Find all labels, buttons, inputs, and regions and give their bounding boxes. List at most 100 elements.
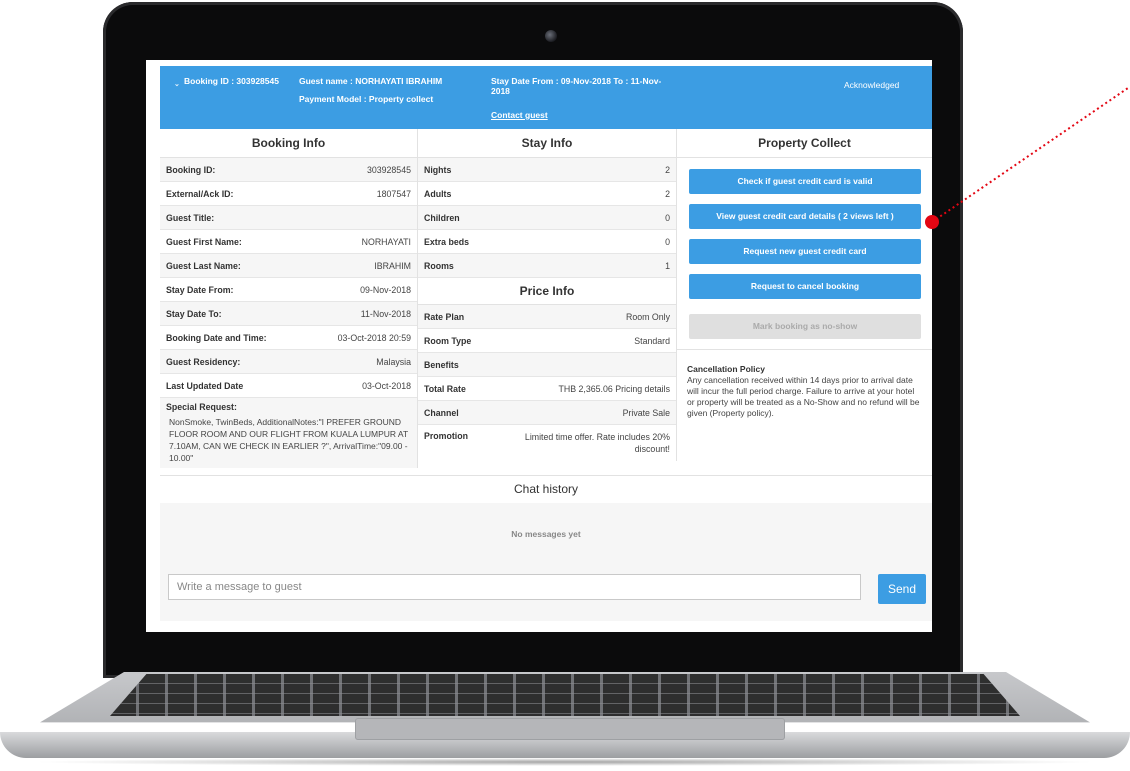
- row-value: 11-Nov-2018: [360, 308, 411, 319]
- contact-guest-link[interactable]: Contact guest: [491, 110, 548, 120]
- promotion-value: Limited time offer. Rate includes 20% di…: [524, 432, 670, 454]
- table-row: Total Rate THB 2,365.06 Pricing details: [418, 377, 676, 401]
- special-request-label: Special Request:: [166, 402, 237, 412]
- row-value: Private Sale: [622, 407, 670, 418]
- table-row: Stay Date To: 11-Nov-2018: [160, 302, 417, 326]
- row-label: Room Type: [424, 335, 472, 346]
- table-row: Last Updated Date 03-Oct-2018: [160, 374, 417, 398]
- keyboard-rows: [110, 674, 1020, 716]
- cancellation-policy: Cancellation Policy Any cancellation rec…: [677, 349, 932, 419]
- row-value: 2: [665, 188, 670, 199]
- mark-no-show-button[interactable]: Mark booking as no-show: [689, 314, 921, 339]
- property-collect-title: Property Collect: [677, 129, 932, 158]
- row-label: Extra beds: [424, 236, 469, 247]
- row-label: Children: [424, 212, 460, 223]
- row-value: THB 2,365.06 Pricing details: [558, 383, 671, 394]
- property-collect-panel: Property Collect Check if guest credit c…: [677, 129, 932, 479]
- row-label: Rooms: [424, 260, 454, 271]
- row-label: Benefits: [424, 359, 459, 370]
- stay-info-title: Stay Info: [418, 129, 676, 158]
- request-new-card-button[interactable]: Request new guest credit card: [689, 239, 921, 264]
- header-guest-name: Guest name : NORHAYATI IBRAHIM: [299, 76, 443, 86]
- table-row: Stay Date From: 09-Nov-2018: [160, 278, 417, 302]
- table-row: External/Ack ID: 1807547: [160, 182, 417, 206]
- row-value: 2: [665, 164, 670, 175]
- row-value: 0: [665, 236, 670, 247]
- check-credit-card-button[interactable]: Check if guest credit card is valid: [689, 169, 921, 194]
- table-row: Rooms 1: [418, 254, 676, 278]
- row-label: Rate Plan: [424, 311, 465, 322]
- request-cancel-button[interactable]: Request to cancel booking: [689, 274, 921, 299]
- price-info-title: Price Info: [418, 278, 676, 305]
- table-row: Nights 2: [418, 158, 676, 182]
- base-shadow: [30, 758, 1100, 766]
- policy-title: Cancellation Policy: [687, 364, 765, 374]
- row-value: 303928545: [366, 164, 411, 175]
- row-value: 09-Nov-2018: [360, 284, 411, 295]
- promotion-row: Promotion Limited time offer. Rate inclu…: [418, 425, 676, 461]
- booking-header: ⌄ Booking ID : 303928545 Guest name : NO…: [160, 66, 932, 129]
- row-label: Last Updated Date: [166, 380, 244, 391]
- table-row: Guest First Name: NORHAYATI: [160, 230, 417, 254]
- header-stay-dates: Stay Date From : 09-Nov-2018 To : 11-Nov…: [491, 76, 662, 86]
- table-row: Children 0: [418, 206, 676, 230]
- row-label: Total Rate: [424, 383, 466, 394]
- special-request: Special Request: NonSmoke, TwinBeds, Add…: [160, 398, 417, 468]
- view-credit-card-button[interactable]: View guest credit card details ( 2 views…: [689, 204, 921, 229]
- table-row: Adults 2: [418, 182, 676, 206]
- row-label: Adults: [424, 188, 452, 199]
- camera-icon: [545, 30, 557, 42]
- header-payment-model: Payment Model : Property collect: [299, 94, 434, 104]
- row-value: NORHAYATI: [361, 236, 411, 247]
- row-label: Guest First Name:: [166, 236, 242, 247]
- row-value: 03-Oct-2018 20:59: [337, 332, 411, 343]
- row-value: 03-Oct-2018: [362, 380, 411, 391]
- message-input[interactable]: Write a message to guest: [168, 574, 861, 600]
- table-row: Guest Residency: Malaysia: [160, 350, 417, 374]
- header-stay-dates-cont: 2018: [491, 86, 510, 96]
- laptop-screen: ⌄ Booking ID : 303928545 Guest name : NO…: [146, 60, 932, 632]
- policy-text: Any cancellation received within 14 days…: [687, 375, 920, 418]
- header-booking-id: Booking ID : 303928545: [184, 76, 279, 86]
- row-value: Standard: [634, 335, 670, 346]
- special-request-value: NonSmoke, TwinBeds, AdditionalNotes:"I P…: [169, 417, 408, 463]
- table-row: Rate Plan Room Only: [418, 305, 676, 329]
- row-value: Malaysia: [376, 356, 411, 367]
- row-value: 1: [665, 260, 670, 271]
- trackpad: [355, 718, 785, 740]
- table-row: Booking Date and Time: 03-Oct-2018 20:59: [160, 326, 417, 350]
- row-label: Stay Date To:: [166, 308, 222, 319]
- laptop-base: [0, 672, 1130, 771]
- row-label: Nights: [424, 164, 452, 175]
- send-button[interactable]: Send: [878, 574, 926, 604]
- chat-body: No messages yet: [160, 503, 932, 621]
- row-label: Channel: [424, 407, 459, 418]
- table-row: Booking ID: 303928545: [160, 158, 417, 182]
- row-value: 1807547: [376, 188, 411, 199]
- status-badge: Acknowledged: [844, 80, 900, 90]
- table-row: Guest Last Name: IBRAHIM: [160, 254, 417, 278]
- promotion-label: Promotion: [424, 431, 468, 441]
- chat-empty-text: No messages yet: [511, 529, 581, 539]
- row-label: External/Ack ID:: [166, 188, 234, 199]
- row-label: Guest Residency:: [166, 356, 241, 367]
- table-row: Channel Private Sale: [418, 401, 676, 425]
- chat-history-title: Chat history: [160, 475, 932, 504]
- row-label: Booking ID:: [166, 164, 216, 175]
- table-row: Benefits: [418, 353, 676, 377]
- row-label: Booking Date and Time:: [166, 332, 267, 343]
- row-label: Guest Last Name:: [166, 260, 241, 271]
- booking-info-title: Booking Info: [160, 129, 417, 158]
- row-label: Guest Title:: [166, 212, 215, 223]
- booking-info-panel: Booking Info Booking ID: 303928545 Externa…: [160, 129, 418, 468]
- stay-price-panel: Stay Info Nights 2 Adults 2 Children 0 Extra b…: [418, 129, 677, 461]
- row-value: Room Only: [626, 311, 670, 322]
- table-row: Room Type Standard: [418, 329, 676, 353]
- table-row: Guest Title:: [160, 206, 417, 230]
- row-value: 0: [665, 212, 670, 223]
- row-label: Stay Date From:: [166, 284, 234, 295]
- table-row: Extra beds 0: [418, 230, 676, 254]
- red-pointer-dot: [925, 215, 939, 229]
- row-value: IBRAHIM: [374, 260, 411, 271]
- chevron-down-icon[interactable]: ⌄: [174, 80, 180, 88]
